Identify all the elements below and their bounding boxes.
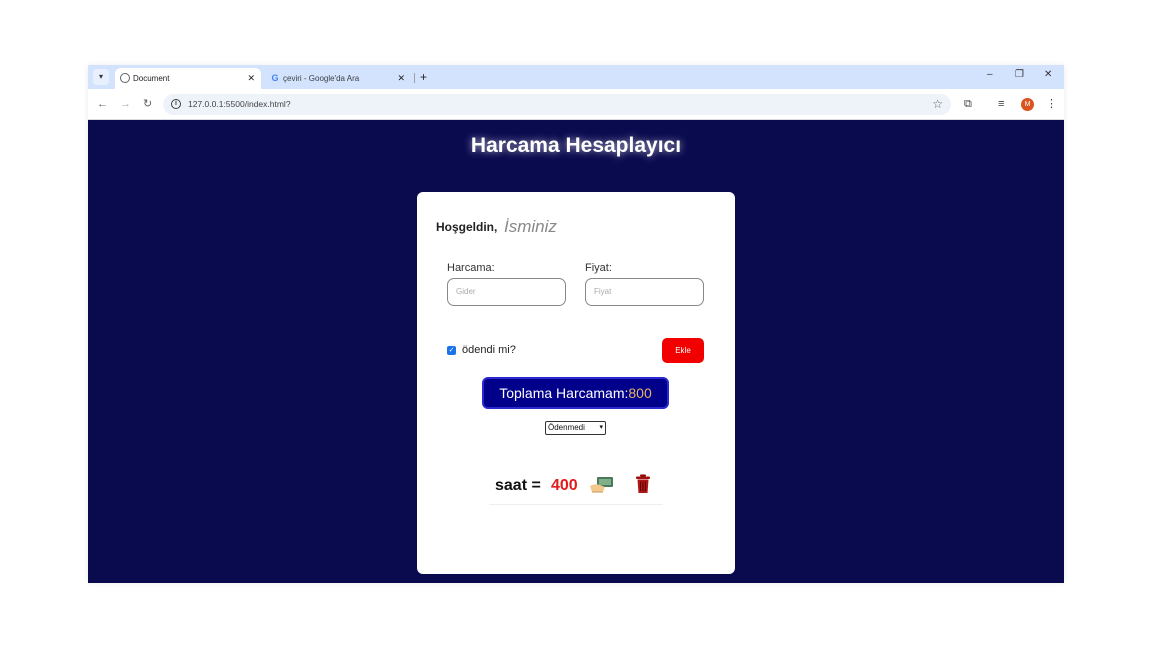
google-icon: G — [271, 73, 279, 83]
trash-icon[interactable] — [635, 474, 651, 494]
tab-document[interactable]: Document ✕ — [115, 68, 261, 89]
tab-title: Document — [133, 74, 170, 83]
url-text[interactable]: 127.0.0.1:5500/index.html? — [188, 94, 291, 115]
greeting-label: Hoşgeldin, — [436, 220, 498, 234]
profile-avatar[interactable]: M — [1021, 98, 1034, 111]
address-bar[interactable]: i 127.0.0.1:5500/index.html? ☆ — [163, 94, 951, 115]
tab-title: çeviri - Google'da Ara — [283, 74, 360, 83]
paid-label: ödendi mi? — [462, 344, 516, 356]
price-input[interactable]: Fiyat — [585, 278, 704, 306]
chevron-down-icon: ▾ — [599, 424, 603, 431]
total-label: Toplama Harcamam: — [499, 385, 629, 401]
page-title: Harcama Hesaplayıcı — [470, 134, 682, 157]
status-filter-select[interactable]: Ödenmedi ▾ — [545, 421, 606, 435]
price-label: Fiyat: — [585, 262, 612, 274]
reload-button[interactable]: ↻ — [143, 97, 152, 111]
back-button[interactable]: ← — [97, 97, 108, 111]
globe-icon — [120, 73, 130, 83]
more-menu-icon[interactable]: ⋮ — [1046, 97, 1057, 111]
item-price: 400 — [551, 477, 578, 494]
restore-button[interactable]: ❐ — [1015, 69, 1024, 80]
paid-checkbox[interactable]: ✓ — [447, 346, 456, 355]
browser-toolbar: ← → ↻ i 127.0.0.1:5500/index.html? ☆ ⧉ ≡… — [88, 89, 1064, 120]
item-name: saat = — [495, 477, 541, 494]
status-filter-value: Ödenmedi — [548, 423, 585, 432]
minimize-button[interactable]: – — [987, 69, 993, 80]
add-button[interactable]: Ekle — [662, 338, 704, 363]
close-window-button[interactable]: ✕ — [1044, 69, 1052, 80]
bookmark-star-icon[interactable]: ☆ — [932, 97, 943, 111]
tab-separator — [414, 73, 415, 83]
tab-strip: ▾ Document ✕ G çeviri - Google'da Ara ✕ … — [88, 65, 1064, 98]
total-box: Toplama Harcamam:800 — [482, 377, 669, 409]
expense-label: Harcama: — [447, 262, 495, 274]
close-tab-icon[interactable]: ✕ — [247, 68, 255, 89]
money-payment-icon[interactable] — [589, 476, 614, 493]
list-item: saat = 400 — [489, 470, 663, 505]
extensions-icon[interactable]: ⧉ — [964, 97, 972, 111]
browser-window: ▾ Document ✕ G çeviri - Google'da Ara ✕ … — [88, 65, 1064, 583]
site-info-icon[interactable]: i — [171, 99, 181, 109]
media-controls-icon[interactable]: ≡ — [998, 97, 1004, 111]
forward-button[interactable]: → — [120, 97, 131, 111]
close-tab-icon[interactable]: ✕ — [397, 68, 405, 89]
tab-google-search[interactable]: G çeviri - Google'da Ara ✕ — [265, 68, 411, 89]
expense-card: Hoşgeldin, İsminiz Harcama: Gider Fiyat:… — [417, 192, 735, 574]
tab-search-button[interactable]: ▾ — [93, 69, 109, 85]
total-amount: 800 — [628, 385, 652, 401]
expense-input[interactable]: Gider — [447, 278, 566, 306]
new-tab-button[interactable]: + — [420, 68, 427, 86]
name-input[interactable]: İsminiz — [504, 217, 557, 237]
